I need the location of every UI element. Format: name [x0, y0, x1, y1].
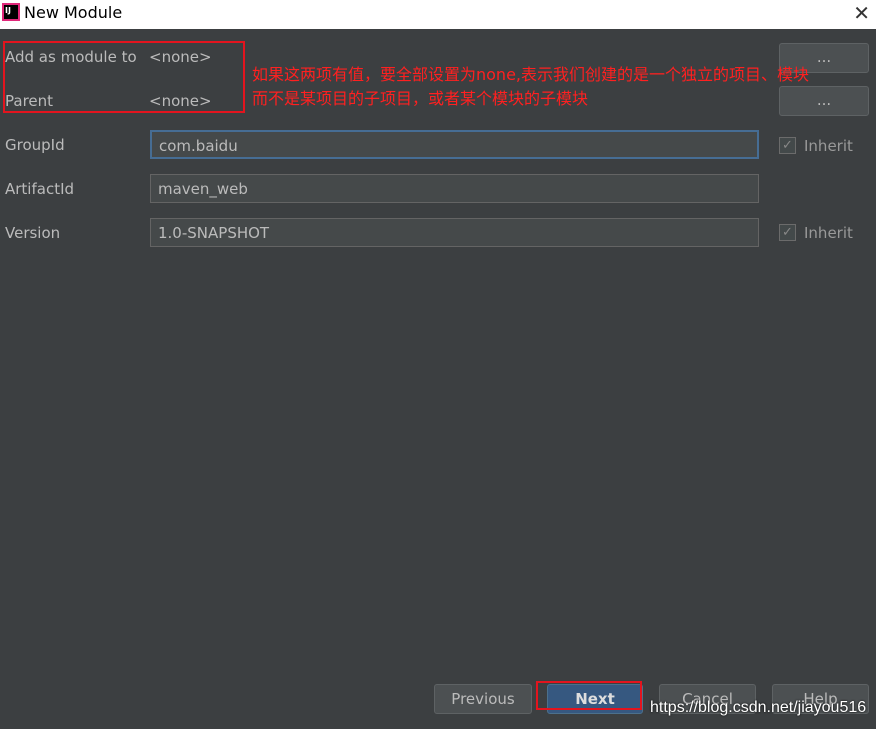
parent-label: Parent: [5, 92, 54, 110]
window-title: New Module: [24, 3, 123, 22]
groupid-inherit-checkbox[interactable]: ✓: [779, 137, 796, 154]
add-as-module-value[interactable]: <none>: [149, 48, 212, 66]
parent-browse-button[interactable]: ...: [779, 86, 869, 116]
close-icon[interactable]: ✕: [853, 1, 870, 25]
previous-button[interactable]: Previous: [434, 684, 532, 714]
artifactid-label: ArtifactId: [5, 180, 75, 198]
version-inherit-label: Inherit: [804, 224, 853, 242]
annotation-line-1: 如果这两项有值，要全部设置为none,表示我们创建的是一个独立的项目、模块: [252, 65, 810, 84]
annotation-line-2: 而不是某项目的子项目，或者某个模块的子模块: [252, 89, 589, 108]
title-bar: IJ New Module ✕: [0, 0, 876, 29]
artifactid-input[interactable]: maven_web: [150, 174, 759, 203]
version-input[interactable]: 1.0-SNAPSHOT: [150, 218, 759, 247]
version-inherit-checkbox[interactable]: ✓: [779, 224, 796, 241]
groupid-input[interactable]: com.baidu: [150, 130, 759, 159]
intellij-app-icon: IJ: [2, 3, 20, 21]
add-as-module-label: Add as module to: [5, 48, 137, 66]
version-label: Version: [5, 224, 61, 242]
watermark: https://blog.csdn.net/jiayou516: [650, 699, 867, 716]
groupid-label: GroupId: [5, 136, 65, 154]
parent-value[interactable]: <none>: [149, 92, 212, 110]
next-highlight-box: [536, 681, 642, 710]
groupid-inherit-label: Inherit: [804, 137, 853, 155]
